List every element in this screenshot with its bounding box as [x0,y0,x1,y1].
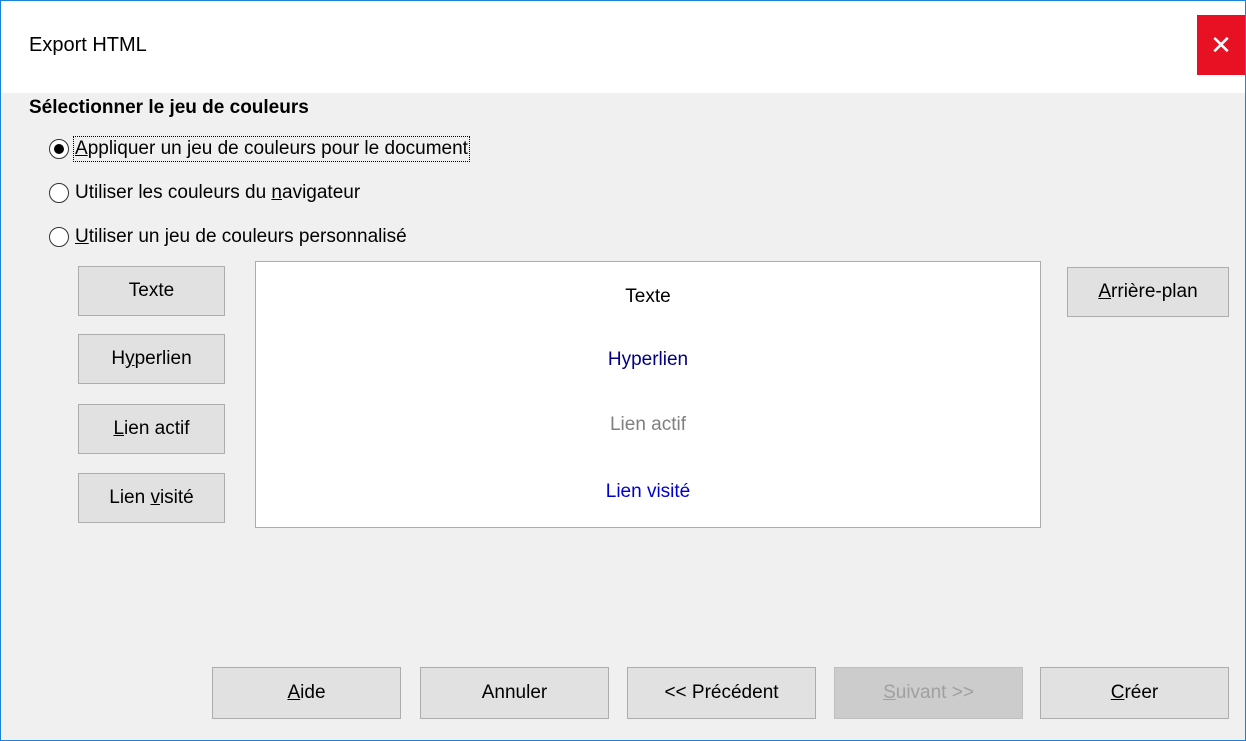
preview-visited-link: Lien visité [605,481,691,502]
button-label: Aide [287,682,326,703]
button-label: Lien actif [113,418,190,439]
button-label: Suivant >> [883,682,974,703]
radio-unchecked-icon [49,227,69,247]
radio-label: Utiliser les couleurs du navigateur [75,182,361,203]
active-link-color-button[interactable]: Lien actif [78,404,225,454]
section-heading: Sélectionner le jeu de couleurs [29,97,309,118]
next-button[interactable]: Suivant >> [834,667,1023,719]
close-icon: ✕ [1210,30,1232,60]
radio-custom-scheme[interactable]: Utiliser un jeu de couleurs personnalisé [49,223,407,251]
cancel-button[interactable]: Annuler [420,667,609,719]
visited-link-color-button[interactable]: Lien visité [78,473,225,523]
preview-active-link: Lien actif [609,414,687,435]
text-color-button[interactable]: Texte [78,266,225,316]
background-color-button[interactable]: Arrière-plan [1067,267,1229,317]
button-label: Hyperlien [111,348,192,369]
close-button[interactable]: ✕ [1197,15,1245,75]
preview-text: Texte [625,286,671,307]
button-label: Arrière-plan [1098,281,1198,302]
help-button[interactable]: Aide [212,667,401,719]
button-label: Texte [128,280,175,301]
color-preview-panel: Texte Hyperlien Lien actif Lien visité [255,261,1041,528]
export-html-dialog: Export HTML ✕ Sélectionner le jeu de cou… [0,0,1246,741]
previous-button[interactable]: << Précédent [627,667,816,719]
hyperlink-color-button[interactable]: Hyperlien [78,334,225,384]
dialog-title: Export HTML [29,34,147,56]
preview-hyperlink: Hyperlien [607,349,689,370]
title-bar: Export HTML [1,1,1245,93]
button-label: Annuler [481,682,548,703]
radio-browser-colors[interactable]: Utiliser les couleurs du navigateur [49,179,360,207]
radio-checked-icon [49,139,69,159]
radio-apply-document-scheme[interactable]: Appliquer un jeu de couleurs pour le doc… [49,135,470,163]
button-label: << Précédent [664,682,779,703]
create-button[interactable]: Créer [1040,667,1229,719]
button-label: Lien visité [109,487,194,508]
button-label: Créer [1110,682,1159,703]
radio-label: Appliquer un jeu de couleurs pour le doc… [73,136,470,162]
radio-label: Utiliser un jeu de couleurs personnalisé [75,226,407,247]
radio-unchecked-icon [49,183,69,203]
